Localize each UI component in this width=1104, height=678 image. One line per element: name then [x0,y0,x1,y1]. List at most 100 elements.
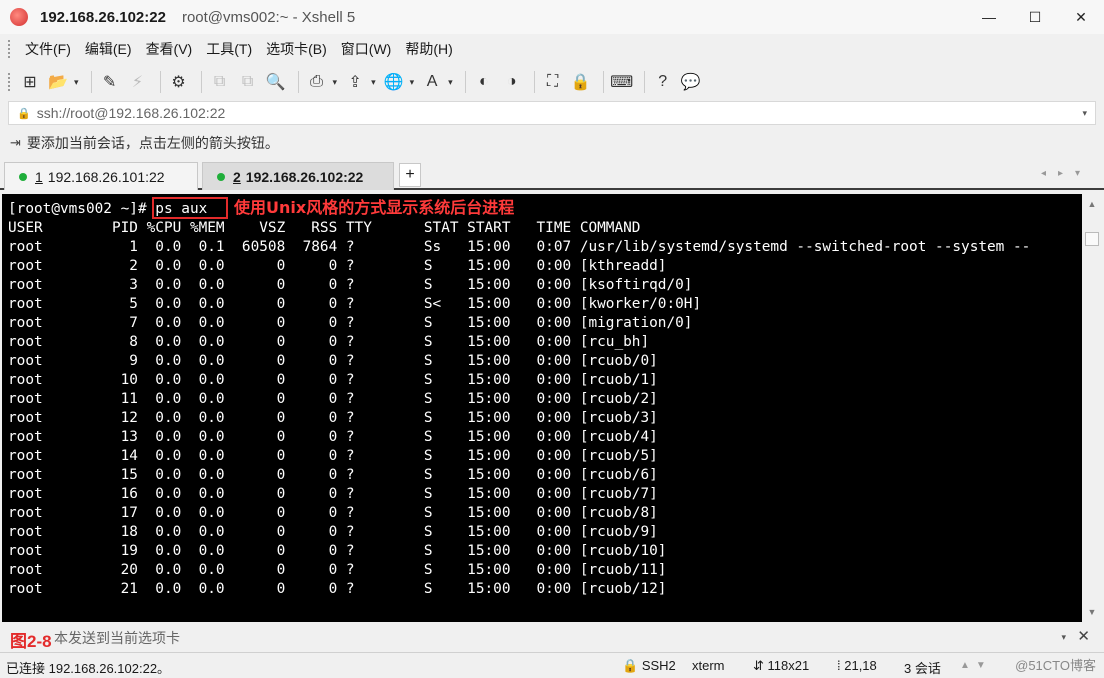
terminal-line: USER PID %CPU %MEM VSZ RSS TTY STAT STAR… [8,220,641,236]
window-title-session: root@vms002:~ - Xshell 5 [181,8,356,26]
session-count-status: 3 会话 [904,661,941,676]
terminal-line: root 20 0.0 0.0 0 0 ? S 15:00 0:00 [rcuo… [8,562,667,578]
xftp-icon[interactable]: ◐ [472,70,496,94]
minimize-button[interactable]: — [966,0,1012,34]
session-hint-bar: ⇥ 要添加当前会话，点击左侧的箭头按钮。 [0,130,1104,156]
terminal-size-status: ⇵ 118x21 [753,658,810,673]
tab-session-2[interactable]: 2 192.168.26.102:22 [202,162,394,190]
scroll-down-icon[interactable]: ▼ [1082,602,1102,622]
menu-view[interactable]: 查看(V) [139,39,200,59]
lock-icon[interactable]: 🔒 [569,70,593,94]
command-highlight-box [152,197,228,219]
new-session-icon[interactable]: ⊞ [18,70,42,94]
terminal-line: root 21 0.0 0.0 0 0 ? S 15:00 0:00 [rcuo… [8,581,667,597]
terminal-type-status: xterm [692,658,725,673]
font-dropdown-icon[interactable]: ▾ [448,77,453,88]
address-bar[interactable]: 🔒 ssh://root@192.168.26.102:22 ▾ [8,101,1096,125]
menu-tools[interactable]: 工具(T) [199,39,259,59]
terminal-line: root 18 0.0 0.0 0 0 ? S 15:00 0:00 [rcuo… [8,524,658,540]
session-hint-text: 要添加当前会话，点击左侧的箭头按钮。 [26,135,279,151]
reconnect-icon[interactable]: ✎ [98,70,122,94]
toolbar-separator [90,71,92,93]
protocol-value: SSH2 [641,658,676,673]
terminal-line: root 19 0.0 0.0 0 0 ? S 15:00 0:00 [rcuo… [8,543,667,559]
send-bar-placeholder[interactable]: 本发送到当前选项卡 [54,628,180,648]
menu-window[interactable]: 窗口(W) [334,39,399,59]
paste-icon[interactable]: ⧉ [236,70,260,94]
menu-bar: 文件(F) 编辑(E) 查看(V) 工具(T) 选项卡(B) 窗口(W) 帮助(… [0,36,1104,62]
terminal-line: root 1 0.0 0.1 60508 7864 ? Ss 15:00 0:0… [8,239,1031,255]
tab-number: 1 [35,168,43,185]
scroll-up-icon[interactable]: ▲ [1082,194,1102,214]
open-dropdown-icon[interactable]: ▾ [74,77,79,88]
close-button[interactable]: ✕ [1058,0,1104,34]
transfer-icon[interactable]: ⇪ [343,70,367,94]
keyboard-icon[interactable]: ⌨ [610,70,634,94]
tab-number: 2 [233,168,241,185]
toolbar-separator [297,71,299,93]
add-tab-button[interactable]: + [399,163,421,187]
compose-send-bar[interactable]: 本发送到当前选项卡 图2-8 ▾ ✕ [0,624,1104,651]
connection-status: 已连接 192.168.26.102:22。 [6,661,171,676]
print-icon[interactable]: ⎙ [305,70,329,94]
maximize-button[interactable]: ☐ [1012,0,1058,34]
cursor-position-value: 21,18 [844,658,877,673]
menu-grip[interactable] [8,40,12,58]
add-session-arrow-icon[interactable]: ⇥ [10,135,21,151]
terminal-line: root 13 0.0 0.0 0 0 ? S 15:00 0:00 [rcuo… [8,429,658,445]
chat-icon[interactable]: 💬 [679,70,703,94]
title-bar: 192.168.26.102:22 root@vms002:~ - Xshell… [0,0,1104,34]
tab-label: 192.168.26.101:22 [47,168,165,185]
scrollbar-thumb[interactable] [1085,232,1099,246]
disconnect-icon[interactable]: ⚡ [126,70,150,94]
connected-status-icon [19,172,27,181]
terminal-line: root 2 0.0 0.0 0 0 ? S 15:00 0:00 [kthre… [8,258,667,274]
print-dropdown-icon[interactable]: ▾ [333,77,338,88]
tunnel-icon[interactable]: ◑ [500,70,524,94]
address-input[interactable]: ssh://root@192.168.26.102:22 [37,105,226,121]
globe-dropdown-icon[interactable]: ▾ [410,77,415,88]
menu-tabs[interactable]: 选项卡(B) [259,39,334,59]
menu-file[interactable]: 文件(F) [18,39,78,59]
open-folder-icon[interactable]: 📂 [46,70,70,94]
toolbar-separator [533,71,535,93]
menu-edit[interactable]: 编辑(E) [78,39,139,59]
toolbar-grip[interactable] [8,73,12,91]
find-icon[interactable]: 🔍 [264,70,288,94]
terminal-line: root 12 0.0 0.0 0 0 ? S 15:00 0:00 [rcuo… [8,410,658,426]
toolbar-separator [464,71,466,93]
terminal-size-value: 118x21 [767,658,810,673]
terminal-line: root 3 0.0 0.0 0 0 ? S 15:00 0:00 [ksoft… [8,277,693,293]
close-icon[interactable]: ✕ [1077,627,1090,645]
terminal-line: root 10 0.0 0.0 0 0 ? S 15:00 0:00 [rcuo… [8,372,658,388]
terminal-line: root 11 0.0 0.0 0 0 ? S 15:00 0:00 [rcuo… [8,391,658,407]
window-controls: — ☐ ✕ [966,0,1104,34]
terminal-line: root 8 0.0 0.0 0 0 ? S 15:00 0:00 [rcu_b… [8,334,650,350]
status-nav-arrows[interactable]: ▲▼ [960,660,992,671]
tab-session-1[interactable]: 1 192.168.26.101:22 [4,162,198,190]
font-icon[interactable]: A [420,70,444,94]
fullscreen-icon[interactable]: ⛶ [541,70,565,94]
send-dropdown-icon[interactable]: ▾ [1061,632,1066,643]
terminal-line: root 16 0.0 0.0 0 0 ? S 15:00 0:00 [rcuo… [8,486,658,502]
status-bar: 已连接 192.168.26.102:22。 🔒 SSH2 xterm ⇵ 11… [0,652,1104,678]
terminal-line: root 14 0.0 0.0 0 0 ? S 15:00 0:00 [rcuo… [8,448,658,464]
toolbar-separator [602,71,604,93]
terminal-line: root 17 0.0 0.0 0 0 ? S 15:00 0:00 [rcuo… [8,505,658,521]
terminal-scrollbar[interactable]: ▲ ▼ [1082,194,1102,622]
terminal-output[interactable]: [root@vms002 ~]# ps aux USER PID %CPU %M… [2,194,1082,622]
toolbar-separator [643,71,645,93]
transfer-dropdown-icon[interactable]: ▾ [371,77,376,88]
terminal-line: root 9 0.0 0.0 0 0 ? S 15:00 0:00 [rcuob… [8,353,658,369]
properties-icon[interactable]: ⚙ [167,70,191,94]
protocol-status: 🔒 SSH2 [622,658,676,673]
globe-icon[interactable]: 🌐 [382,70,406,94]
help-icon[interactable]: ? [651,70,675,94]
copy-icon[interactable]: ⧉ [208,70,232,94]
address-dropdown-icon[interactable]: ▾ [1082,108,1087,119]
cursor-position-status: ⁞ 21,18 [837,658,877,673]
command-annotation: 使用Unix风格的方式显示系统后台进程 [234,198,515,217]
xshell-app-icon [10,8,28,26]
menu-help[interactable]: 帮助(H) [398,39,459,59]
tab-scroll-arrows[interactable]: ◂▸▾ [1041,168,1092,179]
